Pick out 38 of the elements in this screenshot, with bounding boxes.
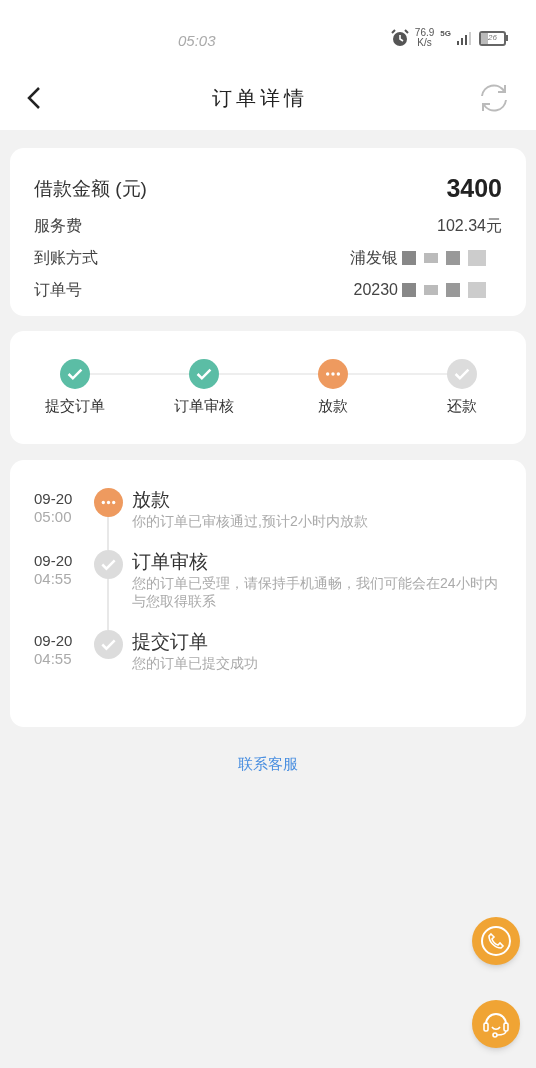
step-label: 放款: [317, 396, 348, 416]
battery-icon: 26: [479, 30, 508, 46]
clock-time: 05:03: [178, 31, 216, 51]
step-label: 还款: [446, 396, 477, 416]
field-value: 浦发银: [350, 247, 398, 268]
event-time: 05:00: [34, 508, 73, 526]
support-button[interactable]: [472, 1000, 520, 1048]
phone-button[interactable]: [472, 917, 520, 965]
field-label: 到账方式: [34, 247, 98, 268]
step-label: 提交订单: [44, 396, 105, 416]
event-date: 09-20: [34, 552, 74, 570]
event-title: 订单审核: [132, 550, 209, 574]
event-description: 你的订单已审核通过,预计2小时内放款: [132, 512, 369, 530]
alarm-icon: [390, 29, 409, 47]
loan-amount: 3400: [446, 173, 502, 204]
event-time: 04:55: [34, 650, 73, 668]
page-title: 订单详情: [212, 86, 308, 111]
signal-icon: [457, 30, 473, 46]
network-speed: 76.9: [414, 28, 435, 38]
refresh-icon[interactable]: [478, 82, 510, 114]
field-label: 借款金额 (元): [34, 176, 147, 201]
event-title: 提交订单: [132, 630, 209, 654]
network-speed-unit: K/s: [417, 38, 432, 48]
phone-icon: [480, 925, 512, 957]
event-time: 04:55: [34, 570, 73, 588]
step-label: 订单审核: [173, 396, 234, 416]
event-date: 09-20: [34, 632, 74, 650]
back-icon[interactable]: [26, 86, 42, 110]
contact-service-link[interactable]: 联系客服: [238, 753, 298, 776]
field-value: 20230: [353, 279, 398, 300]
event-date: 09-20: [34, 490, 74, 508]
field-value: 102.34元: [437, 215, 502, 236]
event-description: 您的订单已提交成功: [132, 654, 259, 672]
event-title: 放款: [132, 488, 171, 512]
field-label: 订单号: [34, 279, 82, 300]
field-label: 服务费: [34, 215, 82, 236]
network-type: 5G: [440, 28, 451, 40]
event-description: 您的订单已受理，请保持手机通畅，我们可能会在24小时内与您取得联系: [132, 574, 499, 610]
